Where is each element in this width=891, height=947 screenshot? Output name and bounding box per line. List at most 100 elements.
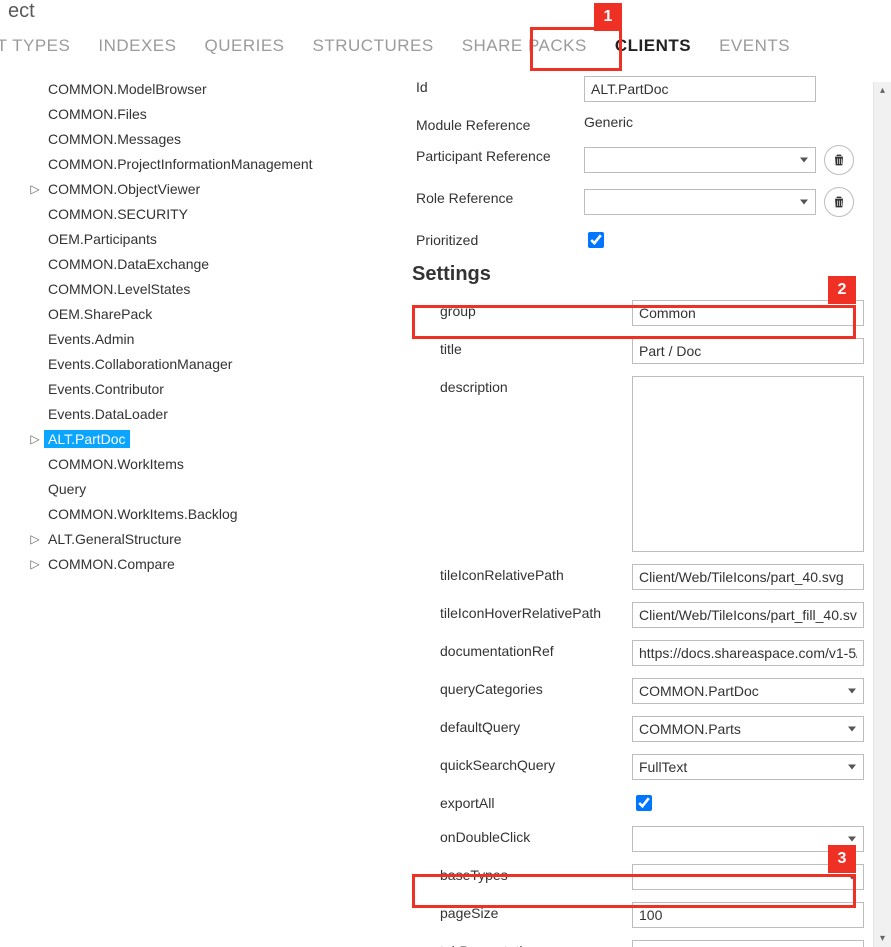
ondoubleclick-label: onDoubleClick [440,826,632,845]
tree-item[interactable]: COMMON.DataExchange [0,251,392,276]
tree-item[interactable]: Events.Admin [0,326,392,351]
description-textarea[interactable] [632,376,864,552]
tab-clients[interactable]: CLIENTS [615,36,691,56]
tree-item-label: OEM.Participants [44,230,161,248]
pagesize-label: pageSize [440,902,632,921]
details-form: Id Module Reference Generic Participant … [392,72,891,947]
participant-ref-label: Participant Reference [416,145,584,164]
tree-item-label: COMMON.DataExchange [44,255,213,273]
scroll-up-icon[interactable]: ▴ [874,82,891,99]
expand-icon[interactable]: ▷ [26,182,44,196]
documentationref-input[interactable] [632,640,864,666]
participant-ref-select[interactable] [584,147,816,173]
id-input[interactable] [584,76,816,102]
documentationref-label: documentationRef [440,640,632,659]
tree-item[interactable]: ▷ALT.GeneralStructure [0,526,392,551]
tree-item-label: Query [44,480,90,498]
group-label: group [440,300,632,319]
tree-item[interactable]: COMMON.Files [0,101,392,126]
window-title: ect [0,0,891,24]
module-ref-label: Module Reference [416,114,584,133]
scroll-down-icon[interactable]: ▾ [874,930,891,947]
pagesize-input[interactable] [632,902,864,928]
tileiconhover-label: tileIconHoverRelativePath [440,602,632,621]
exportall-label: exportAll [440,792,632,811]
vertical-scrollbar[interactable]: ▴ ▾ [873,82,891,947]
tree-item[interactable]: COMMON.Messages [0,126,392,151]
tree-item-label: COMMON.Compare [44,555,179,573]
tree-item[interactable]: ▷COMMON.ObjectViewer [0,176,392,201]
tree-item-label: COMMON.ProjectInformationManagement [44,155,317,173]
participant-ref-delete-button[interactable] [824,145,854,175]
tree-item-label: Events.DataLoader [44,405,172,423]
id-label: Id [416,76,584,95]
settings-header: Settings [412,263,883,286]
tree-item[interactable]: OEM.SharePack [0,301,392,326]
tree-item[interactable]: COMMON.LevelStates [0,276,392,301]
tree-item[interactable]: Query [0,476,392,501]
tree-item-label: COMMON.SECURITY [44,205,192,223]
tree-item[interactable]: Events.CollaborationManager [0,351,392,376]
role-ref-delete-button[interactable] [824,187,854,217]
tree-item[interactable]: COMMON.SECURITY [0,201,392,226]
expand-icon[interactable]: ▷ [26,532,44,546]
expand-icon[interactable]: ▷ [26,432,44,446]
expand-icon[interactable]: ▷ [26,557,44,571]
tileicon-input[interactable] [632,564,864,590]
tree-item-label: ALT.GeneralStructure [44,530,186,548]
tree-item[interactable]: COMMON.ModelBrowser [0,76,392,101]
tree-item-label: Events.CollaborationManager [44,355,236,373]
tab-share-packs[interactable]: SHARE PACKS [462,36,587,56]
basetypes-label: baseTypes [440,864,632,883]
trash-icon [831,152,847,168]
tree-item-label: ALT.PartDoc [44,430,130,448]
tabpresentation-label: tabPresentation [440,940,632,947]
tree-item[interactable]: Events.DataLoader [0,401,392,426]
tab-events[interactable]: EVENTS [719,36,790,56]
tab-structures[interactable]: STRUCTURES [313,36,434,56]
tab-indexes[interactable]: INDEXES [98,36,176,56]
tree-item[interactable]: ▷ALT.PartDoc [0,426,392,451]
trash-icon [831,194,847,210]
tree-item[interactable]: COMMON.WorkItems [0,451,392,476]
quicksearch-select[interactable]: FullText [632,754,864,780]
tree-item[interactable]: COMMON.ProjectInformationManagement [0,151,392,176]
main-tabs: OFT TYPES INDEXES QUERIES STRUCTURES SHA… [0,24,891,72]
tree-view: COMMON.ModelBrowser COMMON.Files COMMON.Me… [0,72,392,576]
tree-item-label: COMMON.Files [44,105,151,123]
quicksearch-label: quickSearchQuery [440,754,632,773]
tree-item-label: Events.Admin [44,330,138,348]
tree-item-label: Events.Contributor [44,380,168,398]
tree-item-label: OEM.SharePack [44,305,156,323]
tree-item[interactable]: COMMON.WorkItems.Backlog [0,501,392,526]
tab-soft-types[interactable]: OFT TYPES [0,36,70,56]
tree-item[interactable]: ▷COMMON.Compare [0,551,392,576]
prioritized-label: Prioritized [416,229,584,248]
module-ref-value: Generic [584,114,633,130]
title-label: title [440,338,632,357]
tree-item[interactable]: Events.Contributor [0,376,392,401]
defaultquery-label: defaultQuery [440,716,632,735]
defaultquery-select[interactable]: COMMON.Parts [632,716,864,742]
role-ref-label: Role Reference [416,187,584,206]
basetypes-select[interactable] [632,864,864,890]
tree-item-label: COMMON.ObjectViewer [44,180,204,198]
exportall-checkbox[interactable] [636,795,652,811]
tree-item-label: COMMON.WorkItems [44,455,188,473]
tree-item-label: COMMON.WorkItems.Backlog [44,505,242,523]
querycategories-label: queryCategories [440,678,632,697]
tabpresentation-input[interactable] [632,940,864,947]
tileiconhover-input[interactable] [632,602,864,628]
description-label: description [440,376,632,395]
tree-item[interactable]: OEM.Participants [0,226,392,251]
tree-item-label: COMMON.LevelStates [44,280,194,298]
tab-queries[interactable]: QUERIES [204,36,284,56]
querycategories-select[interactable]: COMMON.PartDoc [632,678,864,704]
role-ref-select[interactable] [584,189,816,215]
tree-item-label: COMMON.ModelBrowser [44,80,211,98]
tileicon-label: tileIconRelativePath [440,564,632,583]
ondoubleclick-select[interactable] [632,826,864,852]
title-input[interactable] [632,338,864,364]
prioritized-checkbox[interactable] [588,232,604,248]
group-input[interactable] [632,300,864,326]
